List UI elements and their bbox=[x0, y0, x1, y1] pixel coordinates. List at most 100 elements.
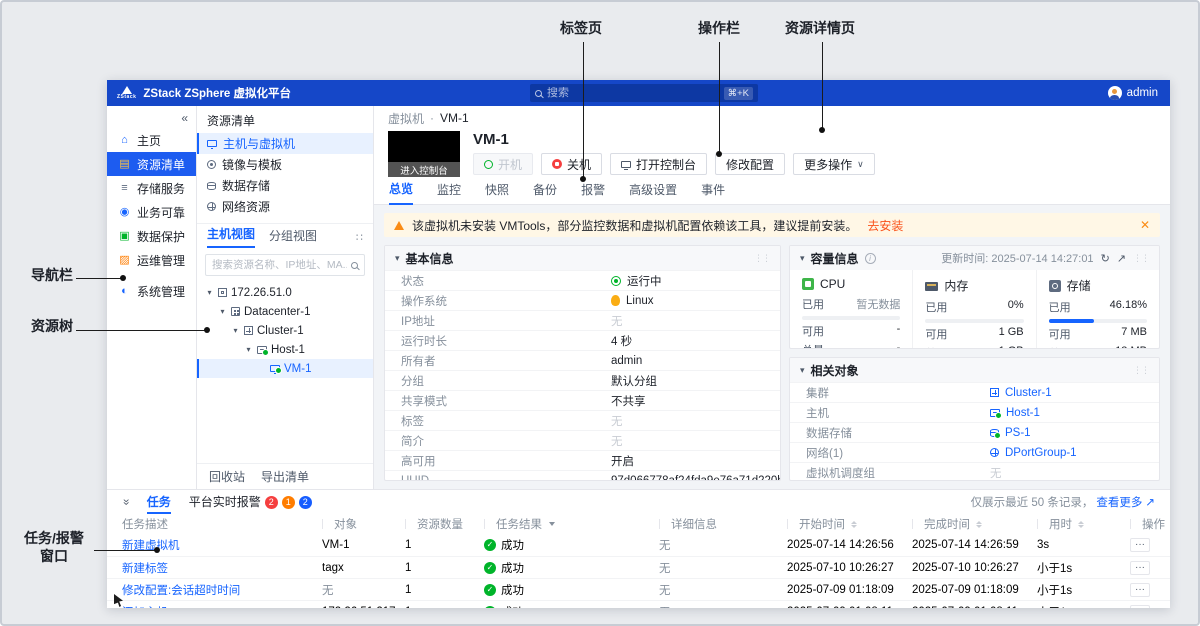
drag-handle-icon[interactable]: ⋮⋮ bbox=[1133, 253, 1149, 264]
sidebar-item-data-protection[interactable]: ▣数据保护 bbox=[107, 224, 196, 248]
global-search[interactable]: ⌘+K bbox=[530, 84, 758, 102]
resource-panel: 资源清单 主机与虚拟机镜像与模板数据存储网络资源 主机视图分组视图∷ ▾172.… bbox=[197, 106, 374, 489]
row-actions-button[interactable]: ··· bbox=[1130, 538, 1150, 552]
task-duration: 小于1s bbox=[1037, 582, 1130, 598]
breadcrumb-parent[interactable]: 虚拟机 bbox=[388, 110, 424, 127]
resource-item-datastore[interactable]: 数据存储 bbox=[197, 175, 373, 196]
col-task-desc[interactable]: 任务描述 bbox=[107, 516, 322, 532]
tree-node-cluster[interactable]: ▾Cluster-1 bbox=[197, 321, 373, 340]
task-detail: 无 bbox=[659, 560, 787, 576]
zstack-logo-icon: ZStack bbox=[117, 86, 136, 100]
row-actions-button[interactable]: ··· bbox=[1130, 583, 1150, 597]
sort-icon[interactable] bbox=[1078, 521, 1084, 528]
sort-icon[interactable] bbox=[851, 521, 857, 528]
tree-node-label: VM-1 bbox=[284, 363, 311, 375]
enter-console-button[interactable]: 进入控制台 bbox=[388, 162, 460, 177]
tree-caret-icon[interactable]: ▾ bbox=[231, 326, 240, 335]
tab-事件[interactable]: 事件 bbox=[701, 181, 725, 204]
open-console-button[interactable]: 打开控制台 bbox=[610, 153, 707, 175]
drag-handle-icon[interactable]: ⋮⋮ bbox=[754, 253, 770, 264]
task-result: 成功 bbox=[501, 537, 524, 553]
task-description-link[interactable]: 修改配置:会话超时时间 bbox=[122, 582, 240, 598]
tab-总览[interactable]: 总览 bbox=[389, 180, 413, 205]
task-description-link[interactable]: 添加主机 bbox=[122, 604, 168, 609]
col-detail-info[interactable]: 详细信息 bbox=[659, 516, 787, 532]
export-list-link[interactable]: 导出清单 bbox=[261, 468, 309, 485]
global-search-input[interactable] bbox=[547, 87, 719, 99]
tab-备份[interactable]: 备份 bbox=[533, 181, 557, 204]
related-object-link[interactable]: PS-1 bbox=[990, 427, 1031, 439]
tree-search[interactable] bbox=[205, 254, 365, 276]
task-tab[interactable]: 任务 bbox=[147, 490, 171, 514]
tree-node-management-node[interactable]: ▾ 172.26.51.0 bbox=[197, 283, 373, 302]
col-task-result[interactable]: 任务结果 bbox=[484, 516, 659, 532]
sidebar-item-ops-management[interactable]: ▨运维管理 bbox=[107, 248, 196, 272]
external-link-icon[interactable]: ↗ bbox=[1117, 252, 1126, 265]
related-object-link[interactable]: Host-1 bbox=[990, 407, 1040, 419]
col-end-time[interactable]: 完成时间 bbox=[912, 516, 1037, 532]
drag-handle-icon[interactable]: ⋮⋮ bbox=[1133, 365, 1149, 376]
platform-alarm-tab[interactable]: 平台实时报警212 bbox=[189, 490, 312, 514]
tree-node-vm[interactable]: VM-1 bbox=[197, 359, 373, 378]
tree-node-label: 172.26.51.0 bbox=[231, 287, 292, 299]
more-actions-button[interactable]: 更多操作∨ bbox=[793, 153, 875, 175]
power-on-button[interactable]: 开机 bbox=[473, 153, 533, 175]
col-operation[interactable]: 操作 bbox=[1130, 516, 1170, 532]
available-label: 可用 bbox=[1049, 326, 1071, 342]
view-tab-host[interactable]: 主机视图 bbox=[207, 225, 255, 248]
sidebar-item-system-management[interactable]: ◐系统管理 bbox=[107, 279, 196, 303]
collapse-caret-icon[interactable]: ▾ bbox=[800, 365, 805, 376]
sidebar-item-resource-list[interactable]: ▤资源清单 bbox=[107, 152, 196, 176]
recycle-bin-link[interactable]: 回收站 bbox=[209, 468, 245, 485]
refresh-icon[interactable]: ↻ bbox=[1101, 252, 1110, 265]
collapse-caret-icon[interactable]: ▾ bbox=[395, 253, 400, 264]
field-value: 无 bbox=[611, 313, 623, 329]
sidebar-collapse-icon[interactable]: « bbox=[181, 111, 188, 125]
tree-caret-icon[interactable]: ▾ bbox=[205, 288, 214, 297]
col-start-time[interactable]: 开始时间 bbox=[787, 516, 912, 532]
power-off-button[interactable]: 关机 bbox=[541, 153, 602, 175]
tab-高级设置[interactable]: 高级设置 bbox=[629, 181, 677, 204]
resource-item-host-vm[interactable]: 主机与虚拟机 bbox=[197, 133, 373, 154]
collapse-caret-icon[interactable]: ▾ bbox=[800, 253, 805, 264]
tree-node-datacenter[interactable]: ▾Datacenter-1 bbox=[197, 302, 373, 321]
modify-config-button[interactable]: 修改配置 bbox=[715, 153, 785, 175]
view-more-link[interactable]: 查看更多 bbox=[1096, 494, 1142, 510]
close-icon[interactable]: ✕ bbox=[1140, 218, 1150, 232]
col-resource-count[interactable]: 资源数量 bbox=[405, 516, 484, 532]
row-actions-button[interactable]: ··· bbox=[1130, 561, 1150, 575]
warning-icon bbox=[394, 221, 404, 230]
sort-icon[interactable] bbox=[976, 521, 982, 528]
sidebar-item-home[interactable]: ⌂主页 bbox=[107, 128, 196, 152]
col-object[interactable]: 对象 bbox=[322, 516, 405, 532]
business-reliability-icon: ◉ bbox=[118, 207, 131, 218]
task-description-link[interactable]: 新建标签 bbox=[122, 560, 168, 576]
sidebar-item-business-reliability[interactable]: ◉业务可靠 bbox=[107, 200, 196, 224]
used-value: 0% bbox=[1008, 299, 1024, 315]
sidebar-item-storage-service[interactable]: ≡存储服务 bbox=[107, 176, 196, 200]
col-label: 对象 bbox=[334, 516, 357, 532]
layout-grid-icon[interactable]: ∷ bbox=[356, 231, 363, 248]
field-value: admin bbox=[611, 355, 642, 367]
annotation-tab-page: 标签页 bbox=[560, 18, 602, 38]
tree-search-input[interactable] bbox=[212, 259, 347, 271]
resource-item-image-template[interactable]: 镜像与模板 bbox=[197, 154, 373, 175]
related-object-link[interactable]: DPortGroup-1 bbox=[990, 447, 1077, 459]
vm-console-thumbnail[interactable]: 进入控制台 bbox=[388, 131, 460, 177]
install-vmtools-link[interactable]: 去安装 bbox=[867, 217, 903, 234]
tab-快照[interactable]: 快照 bbox=[485, 181, 509, 204]
row-actions-button[interactable]: ··· bbox=[1130, 605, 1150, 609]
resource-item-label: 网络资源 bbox=[222, 198, 270, 215]
resource-item-network-resource[interactable]: 网络资源 bbox=[197, 196, 373, 217]
tree-caret-icon[interactable]: ▾ bbox=[244, 345, 253, 354]
collapse-panel-icon[interactable]: « bbox=[118, 499, 132, 506]
col-duration[interactable]: 用时 bbox=[1037, 516, 1130, 532]
filter-icon[interactable] bbox=[549, 522, 555, 526]
related-object-link[interactable]: Cluster-1 bbox=[990, 387, 1052, 399]
tree-node-host[interactable]: ▾Host-1 bbox=[197, 340, 373, 359]
view-tab-group[interactable]: 分组视图 bbox=[269, 227, 317, 248]
user-menu[interactable]: admin bbox=[1108, 86, 1170, 100]
tab-报警[interactable]: 报警 bbox=[581, 181, 605, 204]
tree-caret-icon[interactable]: ▾ bbox=[218, 307, 227, 316]
tab-监控[interactable]: 监控 bbox=[437, 181, 461, 204]
